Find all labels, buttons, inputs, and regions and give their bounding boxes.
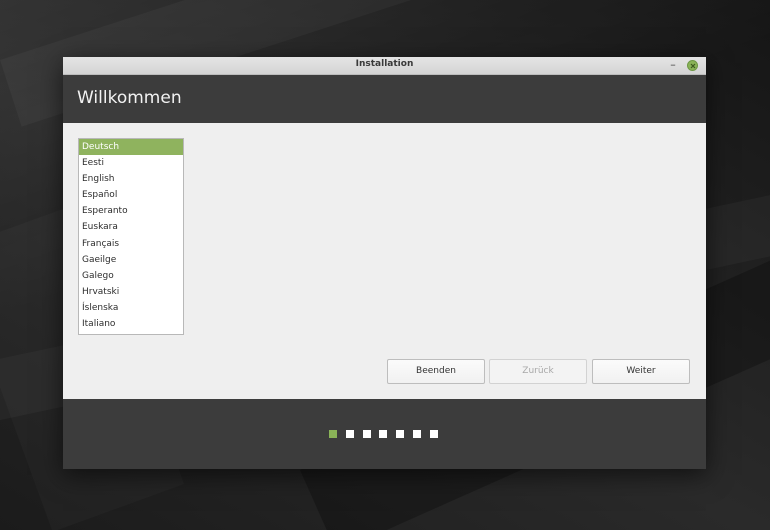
step-dot bbox=[412, 430, 421, 438]
language-item[interactable]: Galego bbox=[79, 268, 183, 284]
step-dot bbox=[362, 430, 371, 438]
page-title: Willkommen bbox=[77, 88, 182, 108]
step-dot bbox=[396, 430, 405, 438]
language-item[interactable]: Íslenska bbox=[79, 300, 183, 316]
language-item[interactable]: Français bbox=[79, 236, 183, 252]
language-item[interactable]: Gaeilge bbox=[79, 252, 183, 268]
language-list[interactable]: Deutsch Eesti English Español Esperanto Euska… bbox=[78, 138, 184, 335]
language-item[interactable]: Euskara bbox=[79, 219, 183, 235]
step-dot bbox=[345, 430, 354, 438]
language-item[interactable]: Eesti bbox=[79, 155, 183, 171]
step-indicator bbox=[329, 430, 438, 438]
language-item[interactable]: English bbox=[79, 171, 183, 187]
language-item[interactable]: Hrvatski bbox=[79, 284, 183, 300]
language-item[interactable]: Deutsch bbox=[79, 139, 183, 156]
quit-button[interactable]: Beenden bbox=[387, 359, 485, 384]
back-button[interactable]: Zurück bbox=[489, 359, 587, 384]
step-dot-active bbox=[329, 430, 337, 438]
language-item[interactable]: Español bbox=[79, 187, 183, 203]
step-dot bbox=[429, 430, 438, 438]
close-icon bbox=[690, 63, 695, 68]
progress-footer bbox=[63, 399, 706, 469]
minimize-button[interactable]: – bbox=[668, 59, 678, 71]
next-button[interactable]: Weiter bbox=[592, 359, 690, 384]
language-item[interactable]: Esperanto bbox=[79, 203, 183, 219]
page-header: Willkommen bbox=[63, 75, 706, 123]
language-item[interactable]: Italiano bbox=[79, 316, 183, 332]
window-title: Installation bbox=[355, 59, 414, 69]
close-button[interactable] bbox=[687, 60, 698, 71]
step-dot bbox=[379, 430, 388, 438]
window-titlebar[interactable]: Installation – bbox=[63, 57, 706, 75]
installer-window: Installation – Willkommen Deutsch Eesti En… bbox=[63, 57, 706, 469]
